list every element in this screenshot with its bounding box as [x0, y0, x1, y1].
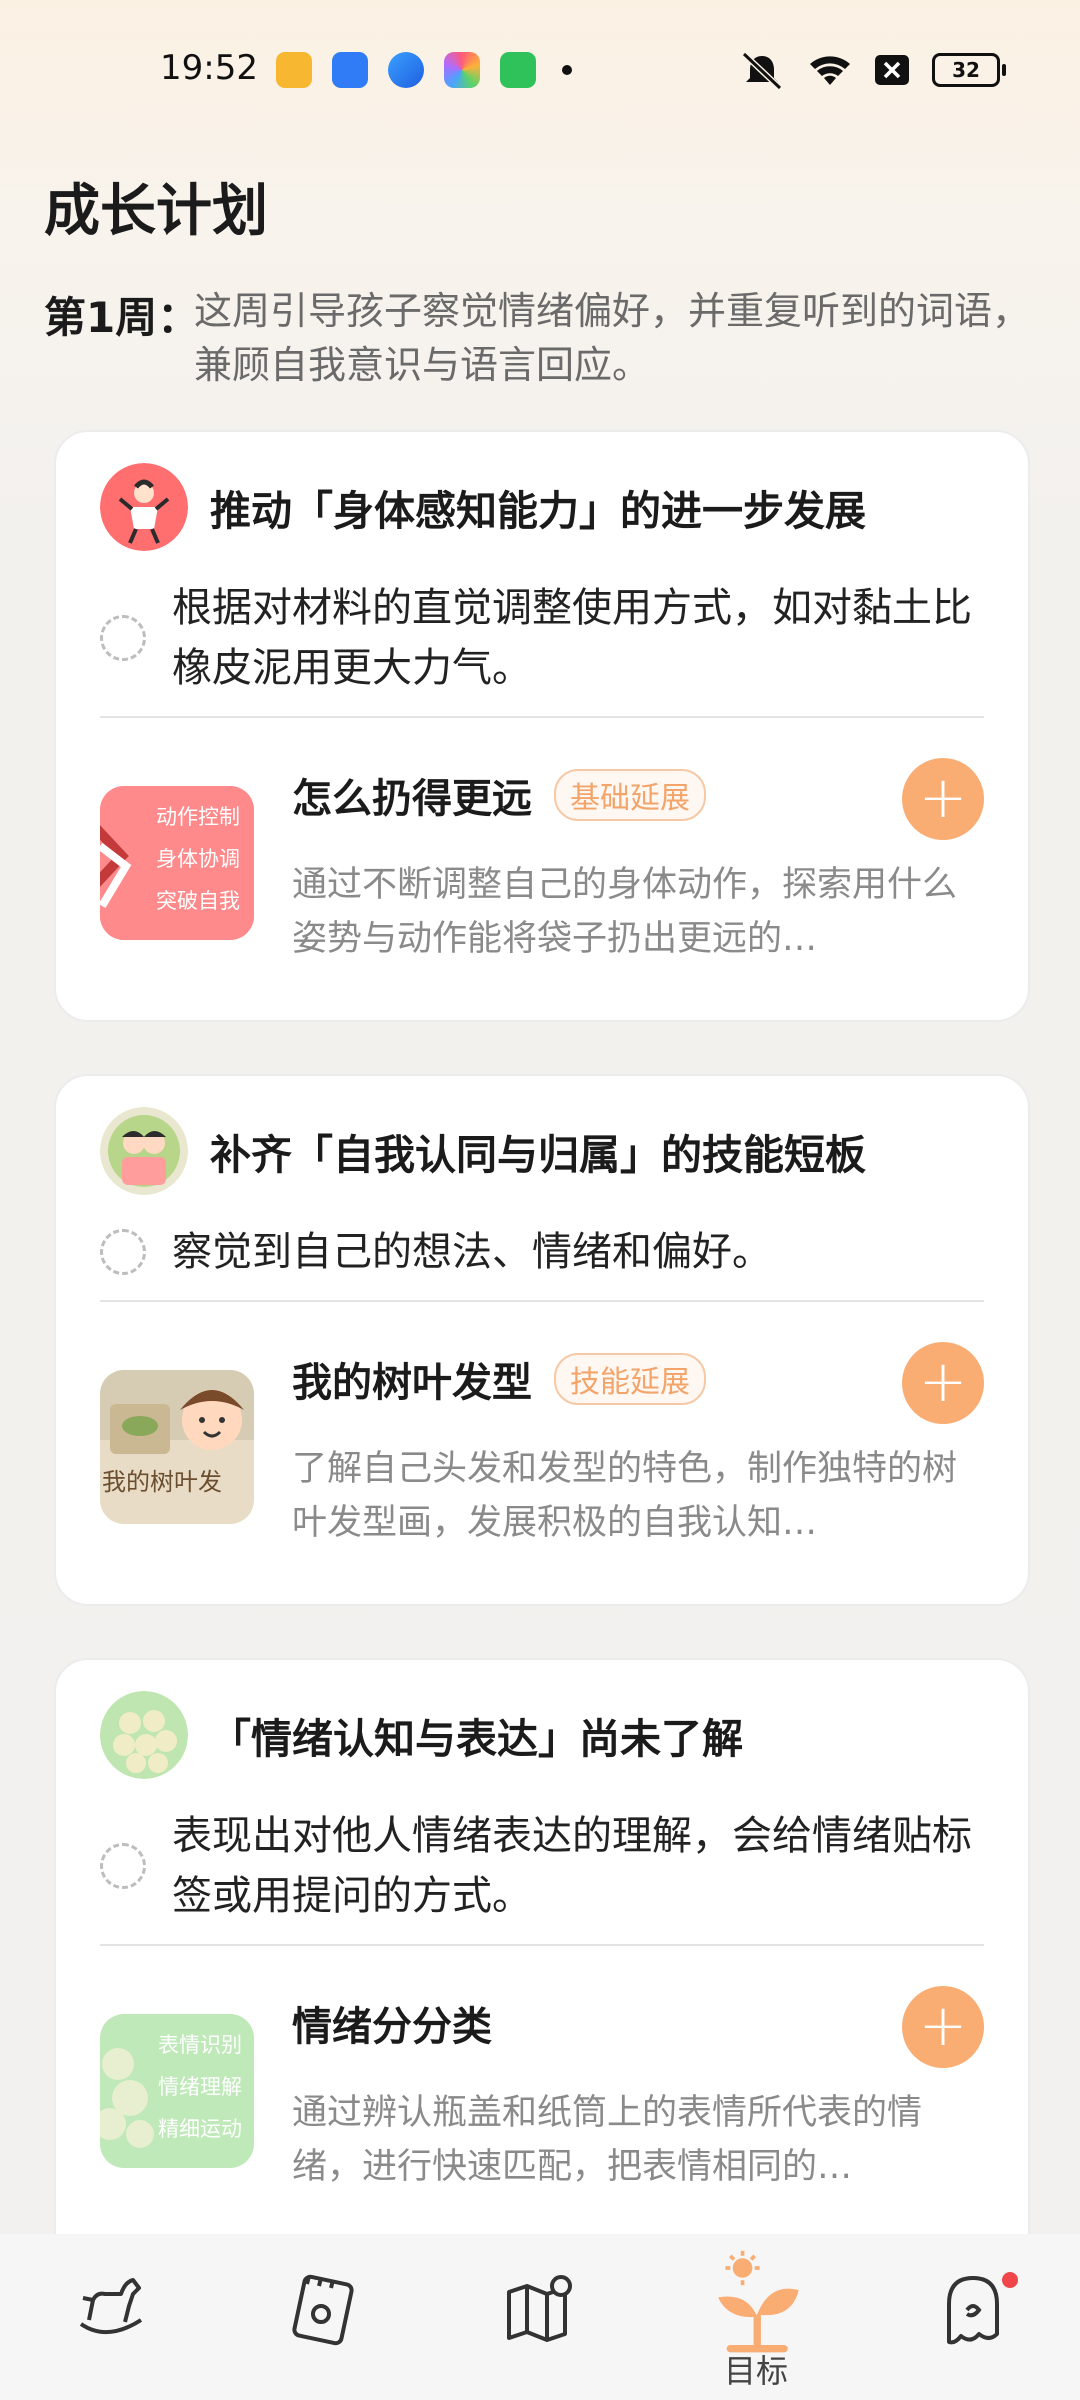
goal-item[interactable]: 察觉到自己的想法、情绪和偏好。 — [100, 1222, 1000, 1282]
notebook-icon — [292, 2274, 354, 2346]
activity-item[interactable]: 动作控制 身体协调 突破自我 怎么扔得更远 基础延展 通过不断调整自己的身体动作… — [100, 758, 984, 966]
rocking-horse-icon — [79, 2278, 143, 2335]
screen: 19:52 32 成长计划 第1周： 这周引导孩子察觉情绪偏好，并重复听到的词语… — [0, 0, 1080, 2400]
notification-icons — [276, 52, 572, 88]
activity-description: 了解自己头发和发型的特色，制作独特的树叶发型画，发展积极的自我认知… — [292, 1449, 958, 1543]
add-button[interactable]: + — [902, 1342, 984, 1424]
goal-card[interactable]: 补齐「自我认同与归属」的技能短板 察觉到自己的想法、情绪和偏好。 我的树叶发 我… — [54, 1074, 1030, 1606]
activity-title-row: 怎么扔得更远 基础延展 — [292, 766, 706, 824]
wifi-icon — [810, 56, 850, 85]
battery-icon: 32 — [932, 53, 1006, 87]
checkbox-circle[interactable] — [100, 615, 146, 661]
divider — [100, 1944, 984, 1946]
tab-goals[interactable]: 目标 — [648, 2234, 864, 2400]
checkbox-circle[interactable] — [100, 1843, 146, 1889]
activity-badge: 技能延展 — [554, 1353, 706, 1405]
activity-title: 怎么扔得更远 — [292, 776, 532, 822]
goal-card[interactable]: 推动「身体感知能力」的进一步发展 根据对材料的直觉调整使用方式，如对黏土比橡皮泥… — [54, 430, 1030, 1022]
emotions-avatar — [100, 1691, 188, 1779]
sprout-icon — [718, 2250, 799, 2353]
goal-item[interactable]: 根据对材料的直觉调整使用方式，如对黏土比橡皮泥用更大力气。 — [100, 578, 1000, 698]
goal-header: 推动「身体感知能力」的进一步发展 — [100, 462, 866, 552]
notification-dot — [1002, 2272, 1018, 2288]
thumb-text-line: 精细运动 — [158, 2117, 242, 2141]
activity-thumbnail: 表情识别 情绪理解 精细运动 — [100, 2014, 254, 2168]
thumb-text-line: 我的树叶发 — [102, 1468, 222, 1496]
tab-goals-label: 目标 — [723, 2352, 788, 2390]
goal-title: 补齐「自我认同与归属」的技能短板 — [210, 1131, 866, 1179]
tab-records[interactable] — [216, 2234, 432, 2400]
divider — [100, 1300, 984, 1302]
goal-header: 补齐「自我认同与归属」的技能短板 — [100, 1106, 866, 1196]
books-app-icon — [276, 52, 312, 88]
activity-description: 通过辨认瓶盖和纸筒上的表情所代表的情绪，进行快速匹配，把表情相同的… — [292, 2093, 923, 2187]
goal-title: 推动「身体感知能力」的进一步发展 — [210, 487, 866, 535]
map-icon — [507, 2275, 572, 2342]
files-app-icon — [332, 52, 368, 88]
self-identity-avatar — [100, 1107, 188, 1195]
status-bar: 19:52 32 — [0, 0, 1080, 112]
activity-item[interactable]: 表情识别 情绪理解 精细运动 情绪分分类 通过辨认瓶盖和纸筒上的表情所代表的情绪… — [100, 1986, 984, 2194]
add-button[interactable]: + — [902, 758, 984, 840]
week-description: 这周引导孩子察觉情绪偏好，并重复听到的词语，兼顾自我意识与语言回应。 — [194, 289, 1031, 387]
goal-description: 察觉到自己的想法、情绪和偏好。 — [172, 1229, 772, 1275]
goal-card[interactable]: 「情绪认知与表达」尚未了解 表现出对他人情绪表达的理解，会给情绪贴标签或用提问的… — [54, 1658, 1030, 2282]
goal-description: 根据对材料的直觉调整使用方式，如对黏土比橡皮泥用更大力气。 — [172, 585, 972, 691]
body-movement-avatar — [100, 463, 188, 551]
thumb-text-line: 突破自我 — [156, 889, 240, 913]
more-notifications-dot — [562, 65, 572, 75]
activity-title-row: 情绪分分类 — [292, 1994, 492, 2052]
activity-thumbnail: 动作控制 身体协调 突破自我 — [100, 786, 254, 940]
status-time: 19:52 — [160, 48, 258, 88]
activity-title: 情绪分分类 — [292, 2004, 492, 2050]
gallery-app-icon — [444, 52, 480, 88]
activity-thumbnail: 我的树叶发 — [100, 1370, 254, 1524]
wechat-app-icon — [500, 52, 536, 88]
tab-profile[interactable] — [864, 2234, 1080, 2400]
checkbox-circle[interactable] — [100, 1229, 146, 1275]
goal-header: 「情绪认知与表达」尚未了解 — [100, 1690, 743, 1780]
activity-title-row: 我的树叶发型 技能延展 — [292, 1350, 706, 1408]
week-label: 第1周： — [44, 293, 200, 342]
activity-item[interactable]: 我的树叶发 我的树叶发型 技能延展 了解自己头发和发型的特色，制作独特的树叶发型… — [100, 1342, 984, 1550]
divider — [100, 716, 984, 718]
browser-app-icon — [388, 52, 424, 88]
thumb-text-line: 动作控制 — [156, 805, 240, 829]
goal-description: 表现出对他人情绪表达的理解，会给情绪贴标签或用提问的方式。 — [172, 1813, 972, 1919]
tab-home[interactable] — [0, 2234, 216, 2400]
thumb-text-line: 表情识别 — [158, 2033, 242, 2057]
system-icons: 32 — [738, 50, 1006, 90]
thumb-text-line: 情绪理解 — [158, 2075, 242, 2099]
activity-description: 通过不断调整自己的身体动作，探索用什么姿势与动作能将袋子扔出更远的… — [292, 865, 958, 959]
tab-explore[interactable] — [432, 2234, 648, 2400]
silent-icon — [741, 51, 783, 90]
bottom-tab-bar: 目标 — [0, 2234, 1080, 2400]
sim-off-icon — [875, 55, 909, 85]
goal-item[interactable]: 表现出对他人情绪表达的理解，会给情绪贴标签或用提问的方式。 — [100, 1806, 1000, 1926]
activity-badge: 基础延展 — [554, 769, 706, 821]
goal-title: 「情绪认知与表达」尚未了解 — [210, 1715, 743, 1763]
thumb-text-line: 身体协调 — [156, 847, 240, 871]
activity-title: 我的树叶发型 — [292, 1360, 532, 1406]
page-title: 成长计划 — [44, 179, 268, 244]
add-button[interactable]: + — [902, 1986, 984, 2068]
